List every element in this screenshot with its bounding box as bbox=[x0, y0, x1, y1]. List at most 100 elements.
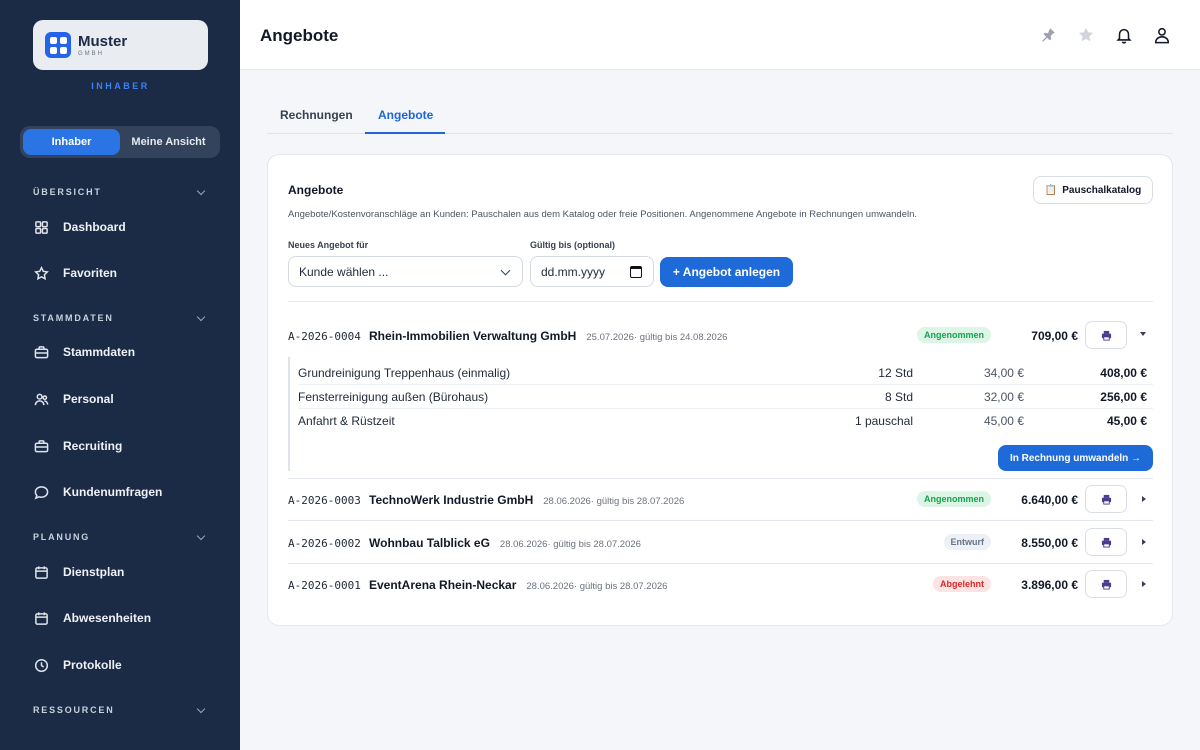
valid-until-label: Gültig bis (optional) bbox=[530, 240, 615, 250]
expand-toggle-icon[interactable] bbox=[1142, 581, 1146, 587]
printer-icon bbox=[1101, 330, 1111, 341]
users-icon bbox=[33, 391, 49, 407]
status-badge: Abgelehnt bbox=[933, 576, 991, 592]
position-total: 256,00 € bbox=[1100, 390, 1147, 404]
expand-toggle-icon[interactable] bbox=[1142, 496, 1146, 502]
briefcase-icon bbox=[33, 438, 49, 454]
sidebar-item-recruiting[interactable]: Recruiting bbox=[33, 433, 223, 459]
sidebar-item-stammdaten[interactable]: Stammdaten bbox=[33, 339, 223, 365]
brand-logo[interactable]: Muster GMBH bbox=[33, 20, 208, 70]
divider bbox=[288, 520, 1153, 521]
position-row: Fensterreinigung außen (Bürohaus) 8 Std … bbox=[298, 385, 1153, 409]
brand-name: Muster bbox=[78, 32, 128, 50]
section-title: RESSOURCEN bbox=[33, 705, 115, 715]
sidebar-item-label: Protokolle bbox=[63, 658, 122, 672]
clock-icon bbox=[33, 657, 49, 673]
offer-row[interactable]: A-2026-0004 Rhein-Immobilien Verwaltung … bbox=[288, 321, 1153, 351]
offer-row[interactable]: A-2026-0002 Wohnbau Talblick eG 28.06.202… bbox=[288, 528, 1153, 558]
star-icon[interactable] bbox=[1076, 25, 1096, 45]
star-icon bbox=[33, 265, 49, 281]
position-quantity: 1 pauschal bbox=[854, 414, 913, 428]
offer-meta: 28.06.2026· gültig bis 28.07.2026 bbox=[543, 496, 685, 507]
bell-icon[interactable] bbox=[1114, 25, 1134, 45]
position-price: 34,00 € bbox=[983, 366, 1024, 380]
print-button[interactable] bbox=[1085, 528, 1127, 556]
tab-active-indicator bbox=[365, 132, 445, 134]
pin-icon[interactable] bbox=[1038, 25, 1058, 45]
calendar-icon bbox=[33, 610, 49, 626]
print-button[interactable] bbox=[1085, 570, 1127, 598]
convert-to-invoice-button[interactable]: In Rechnung umwandeln → bbox=[998, 445, 1153, 471]
offer-customer: EventArena Rhein-Neckar bbox=[369, 578, 517, 592]
offer-positions: Grundreinigung Treppenhaus (einmalig) 12… bbox=[288, 357, 1153, 471]
offer-number: A-2026-0003 bbox=[288, 494, 361, 507]
valid-until-input[interactable]: dd.mm.yyyy bbox=[530, 256, 654, 287]
offer-customer: Wohnbau Talblick eG bbox=[369, 536, 490, 550]
sidebar-item-label: Kundenumfragen bbox=[63, 485, 163, 499]
section-title: PLANUNG bbox=[33, 532, 91, 542]
status-badge: Angenommen bbox=[916, 327, 991, 343]
offer-number: A-2026-0002 bbox=[288, 537, 361, 550]
create-offer-button[interactable]: + Angebot anlegen bbox=[660, 257, 793, 287]
offer-meta: 28.06.2026· gültig bis 28.07.2026 bbox=[526, 581, 668, 592]
sidebar-item-dienstplan[interactable]: Dienstplan bbox=[33, 559, 223, 585]
offer-row[interactable]: A-2026-0003 TechnoWerk Industrie GmbH 28.… bbox=[288, 485, 1153, 515]
sidebar-item-abwesenheiten[interactable]: Abwesenheiten bbox=[33, 605, 223, 631]
offer-number: A-2026-0001 bbox=[288, 579, 361, 592]
chat-icon bbox=[33, 484, 49, 500]
toggle-meine-ansicht[interactable]: Meine Ansicht bbox=[120, 129, 217, 155]
offers-card: Angebote Angebote/Kostenvoranschläge an … bbox=[267, 154, 1173, 626]
page-title: Angebote bbox=[260, 26, 339, 45]
section-ressourcen[interactable]: RESSOURCEN bbox=[33, 704, 208, 715]
toggle-inhaber[interactable]: Inhaber bbox=[23, 129, 120, 155]
divider bbox=[288, 563, 1153, 564]
sidebar-item-protokolle[interactable]: Protokolle bbox=[33, 652, 223, 678]
calendar-icon[interactable] bbox=[630, 266, 642, 278]
position-row: Grundreinigung Treppenhaus (einmalig) 12… bbox=[298, 361, 1153, 385]
offer-total: 6.640,00 € bbox=[1021, 493, 1078, 507]
position-row: Anfahrt & Rüstzeit 1 pauschal 45,00 € 45… bbox=[298, 409, 1153, 433]
logo-grid-icon bbox=[45, 32, 71, 58]
offer-number: A-2026-0004 bbox=[288, 330, 361, 343]
user-icon[interactable] bbox=[1152, 25, 1172, 45]
position-quantity: 8 Std bbox=[884, 390, 913, 404]
position-description: Grundreinigung Treppenhaus (einmalig) bbox=[298, 366, 511, 380]
tab-angebote[interactable]: Angebote bbox=[378, 108, 433, 122]
briefcase-icon bbox=[33, 344, 49, 360]
card-title: Angebote bbox=[288, 183, 344, 197]
sidebar-item-favoriten[interactable]: Favoriten bbox=[33, 260, 223, 286]
sidebar-item-dashboard[interactable]: Dashboard bbox=[33, 214, 223, 240]
position-price: 32,00 € bbox=[983, 390, 1024, 404]
collapse-toggle-icon[interactable] bbox=[1140, 332, 1146, 336]
divider bbox=[288, 478, 1153, 479]
sidebar-item-kundenumfragen[interactable]: Kundenumfragen bbox=[33, 479, 223, 505]
sidebar-item-personal[interactable]: Personal bbox=[33, 386, 223, 412]
position-description: Anfahrt & Rüstzeit bbox=[298, 414, 395, 428]
position-total: 45,00 € bbox=[1106, 414, 1147, 428]
expand-toggle-icon[interactable] bbox=[1142, 539, 1146, 545]
customer-select[interactable]: Kunde wählen ... bbox=[288, 256, 523, 287]
tab-rechnungen[interactable]: Rechnungen bbox=[280, 108, 353, 122]
section-title: ÜBERSICHT bbox=[33, 187, 102, 197]
printer-icon bbox=[1101, 494, 1111, 505]
sidebar-item-label: Recruiting bbox=[63, 439, 123, 453]
chevron-down-icon bbox=[196, 704, 206, 713]
section-uebersicht[interactable]: ÜBERSICHT bbox=[33, 186, 208, 197]
divider bbox=[288, 301, 1153, 302]
status-badge: Entwurf bbox=[943, 534, 991, 550]
status-badge: Angenommen bbox=[916, 491, 991, 507]
grid-icon bbox=[33, 219, 49, 235]
card-description: Angebote/Kostenvoranschläge an Kunden: P… bbox=[288, 209, 918, 220]
date-placeholder: dd.mm.yyyy bbox=[541, 264, 606, 279]
tab-bar: Rechnungen Angebote bbox=[267, 96, 1173, 134]
print-button[interactable] bbox=[1085, 485, 1127, 513]
offer-row[interactable]: A-2026-0001 EventArena Rhein-Neckar 28.06… bbox=[288, 570, 1153, 600]
clipboard-icon: 📋 bbox=[1044, 184, 1058, 196]
offer-meta: 28.06.2026· gültig bis 28.07.2026 bbox=[499, 539, 641, 550]
section-planung[interactable]: PLANUNG bbox=[33, 531, 208, 542]
section-stammdaten[interactable]: STAMMDATEN bbox=[33, 312, 208, 323]
pauschalkatalog-button[interactable]: 📋 Pauschalkatalog bbox=[1033, 176, 1153, 204]
print-button[interactable] bbox=[1085, 321, 1127, 349]
sidebar-item-label: Abwesenheiten bbox=[63, 611, 152, 625]
position-description: Fensterreinigung außen (Bürohaus) bbox=[298, 390, 489, 404]
